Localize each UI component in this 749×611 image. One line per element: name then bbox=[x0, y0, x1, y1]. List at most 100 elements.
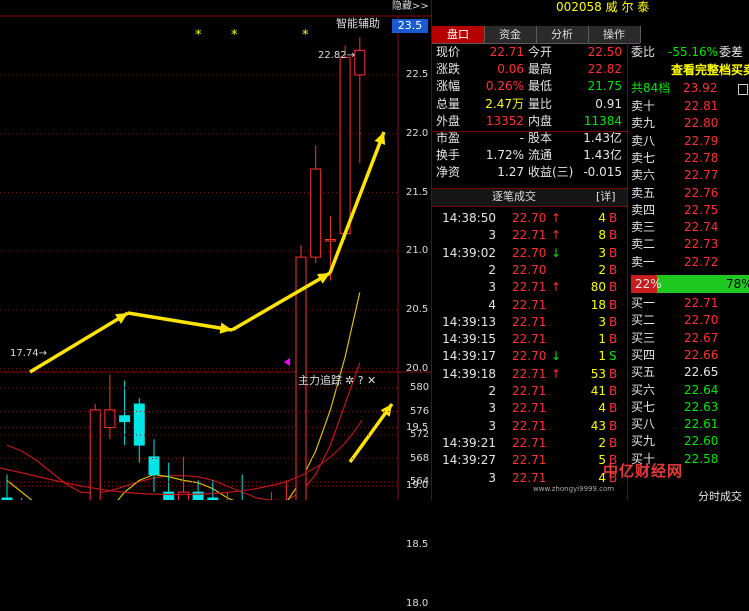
buy-level-label: 买二 bbox=[631, 313, 656, 328]
tick-direction: B bbox=[609, 245, 618, 260]
price-tick-label: 20.0 bbox=[406, 362, 429, 374]
buy-level-label: 买五 bbox=[631, 365, 656, 380]
event-marker bbox=[284, 358, 290, 366]
quote-label: 涨跌 bbox=[436, 62, 461, 77]
tick-time: 14:39:15 bbox=[442, 332, 496, 347]
arrow-shaft bbox=[127, 311, 233, 332]
tick-arrow-icon: ↑ bbox=[551, 280, 562, 295]
candle-down bbox=[133, 398, 145, 463]
weibi-value: -55.16% bbox=[668, 45, 719, 59]
quote-label: 总量 bbox=[436, 96, 461, 111]
full-book-link[interactable]: 查看完整档买卖 bbox=[671, 62, 749, 79]
watermark-brand: 中亿财经网 bbox=[603, 462, 684, 480]
candle-body bbox=[177, 491, 189, 500]
tick-time: 3 bbox=[488, 470, 496, 485]
quote-value: 21.75 bbox=[587, 79, 622, 94]
tick-price: 22.71 bbox=[512, 401, 547, 416]
sell-level-price: 22.81 bbox=[684, 99, 719, 113]
quote-label: 现价 bbox=[436, 45, 461, 59]
price-tick-label: 22.0 bbox=[406, 127, 429, 139]
tick-time: 4 bbox=[488, 297, 496, 312]
quote-label: 股本 bbox=[528, 131, 553, 145]
total-levels-label: 共84档 bbox=[631, 81, 671, 95]
event-star[interactable]: * bbox=[195, 29, 202, 43]
quote-label: 最高 bbox=[528, 62, 553, 77]
smart-assist-label[interactable]: 智能辅助 bbox=[336, 17, 380, 31]
tick-volume: 2 bbox=[598, 262, 606, 277]
tick-direction: B bbox=[609, 228, 618, 243]
stock-title: 002058 威 尔 泰 bbox=[556, 0, 650, 14]
tick-price: 22.70 bbox=[512, 262, 547, 277]
tick-volume: 1 bbox=[598, 349, 606, 364]
sell-level-price: 22.77 bbox=[684, 168, 719, 183]
buy-level-price: 22.66 bbox=[684, 347, 719, 362]
tab-zijin[interactable]: 资金 bbox=[484, 26, 537, 43]
tick-arrow-icon: ↑ bbox=[551, 366, 562, 381]
bottom-tab-label: 分时成交 bbox=[698, 490, 742, 503]
sell-level-label: 卖四 bbox=[631, 202, 656, 217]
tick-time: 2 bbox=[488, 384, 496, 398]
tick-arrow-icon: ↑ bbox=[551, 228, 562, 243]
tick-price: 22.71 bbox=[512, 384, 547, 398]
kline-chart[interactable] bbox=[0, 0, 432, 500]
indicator-tick-label: 564 bbox=[410, 476, 430, 487]
price-tick-label: 20.5 bbox=[406, 304, 429, 315]
event-star[interactable]: * bbox=[231, 29, 238, 43]
ticks-header: 逐笔成交 [详] bbox=[432, 188, 628, 207]
candle-body bbox=[354, 49, 366, 76]
buy-level-price: 22.65 bbox=[684, 365, 719, 380]
sell-level-price: 22.80 bbox=[684, 116, 719, 131]
annotation-arrow bbox=[29, 311, 129, 374]
annotation-arrow bbox=[127, 311, 233, 334]
candle-up bbox=[295, 245, 307, 500]
tick-volume: 1 bbox=[598, 332, 606, 347]
candle-down bbox=[148, 439, 160, 493]
sell-level-label: 卖三 bbox=[631, 220, 656, 235]
buy-level-label: 买九 bbox=[631, 434, 656, 449]
total-levels-value: 23.92 bbox=[683, 81, 718, 95]
quote-label: 市盈 bbox=[436, 131, 461, 145]
indicator-tick-label: 572 bbox=[410, 429, 430, 440]
sell-level-label: 卖十 bbox=[631, 99, 656, 113]
tab-fenxi[interactable]: 分析 bbox=[536, 26, 589, 43]
arrow-shaft bbox=[328, 131, 386, 274]
tick-volume: 41 bbox=[590, 384, 606, 398]
candle-body bbox=[310, 168, 322, 258]
tick-price: 22.71 bbox=[512, 297, 547, 312]
sell-level-price: 22.75 bbox=[684, 202, 719, 217]
tick-time: 3 bbox=[488, 228, 496, 243]
quote-label: 换手 bbox=[436, 148, 461, 163]
price-tick-label: 21.5 bbox=[406, 186, 429, 198]
sell-level-price: 22.73 bbox=[684, 237, 719, 252]
indicator-title[interactable]: 主力追踪 bbox=[298, 374, 342, 388]
stock-header: 002058 威 尔 泰 bbox=[432, 0, 649, 26]
quote-value: 0.26% bbox=[485, 79, 524, 94]
candle-body bbox=[148, 456, 160, 475]
event-star[interactable]: * bbox=[302, 29, 309, 43]
quote-value: 2.47万 bbox=[485, 96, 524, 111]
tab-caozuo[interactable]: 操作 bbox=[588, 26, 641, 43]
indicator-tool-icons[interactable]: ✲ ? ✕ bbox=[345, 374, 376, 388]
tick-price: 22.71 bbox=[512, 314, 547, 329]
tab-pankou[interactable]: 盘口 bbox=[432, 26, 485, 43]
tick-volume: 5 bbox=[598, 453, 606, 468]
tick-time: 3 bbox=[488, 280, 496, 295]
tick-time: 14:39:02 bbox=[442, 245, 496, 260]
buy-level-label: 买四 bbox=[631, 347, 656, 362]
hide-panel-button[interactable]: 隐藏>> bbox=[392, 0, 429, 14]
sell-level-label: 卖五 bbox=[631, 185, 656, 200]
buy-level-label: 买一 bbox=[631, 296, 656, 310]
quote-value: 22.71 bbox=[489, 45, 524, 59]
sell-level-price: 22.74 bbox=[684, 220, 719, 235]
candle-up bbox=[104, 374, 116, 440]
tick-volume: 43 bbox=[590, 418, 606, 433]
price-scale-box: 23.5 bbox=[392, 19, 428, 33]
sell-level-label: 卖八 bbox=[631, 133, 656, 148]
quote-label: 量比 bbox=[528, 96, 553, 111]
ticks-detail-link[interactable]: [详] bbox=[596, 190, 616, 204]
buy-level-label: 买六 bbox=[631, 382, 656, 397]
tick-volume: 8 bbox=[598, 228, 606, 243]
tick-arrow-icon: ↓ bbox=[551, 245, 562, 260]
tick-direction: B bbox=[609, 366, 618, 381]
arrow-shaft bbox=[231, 271, 331, 332]
